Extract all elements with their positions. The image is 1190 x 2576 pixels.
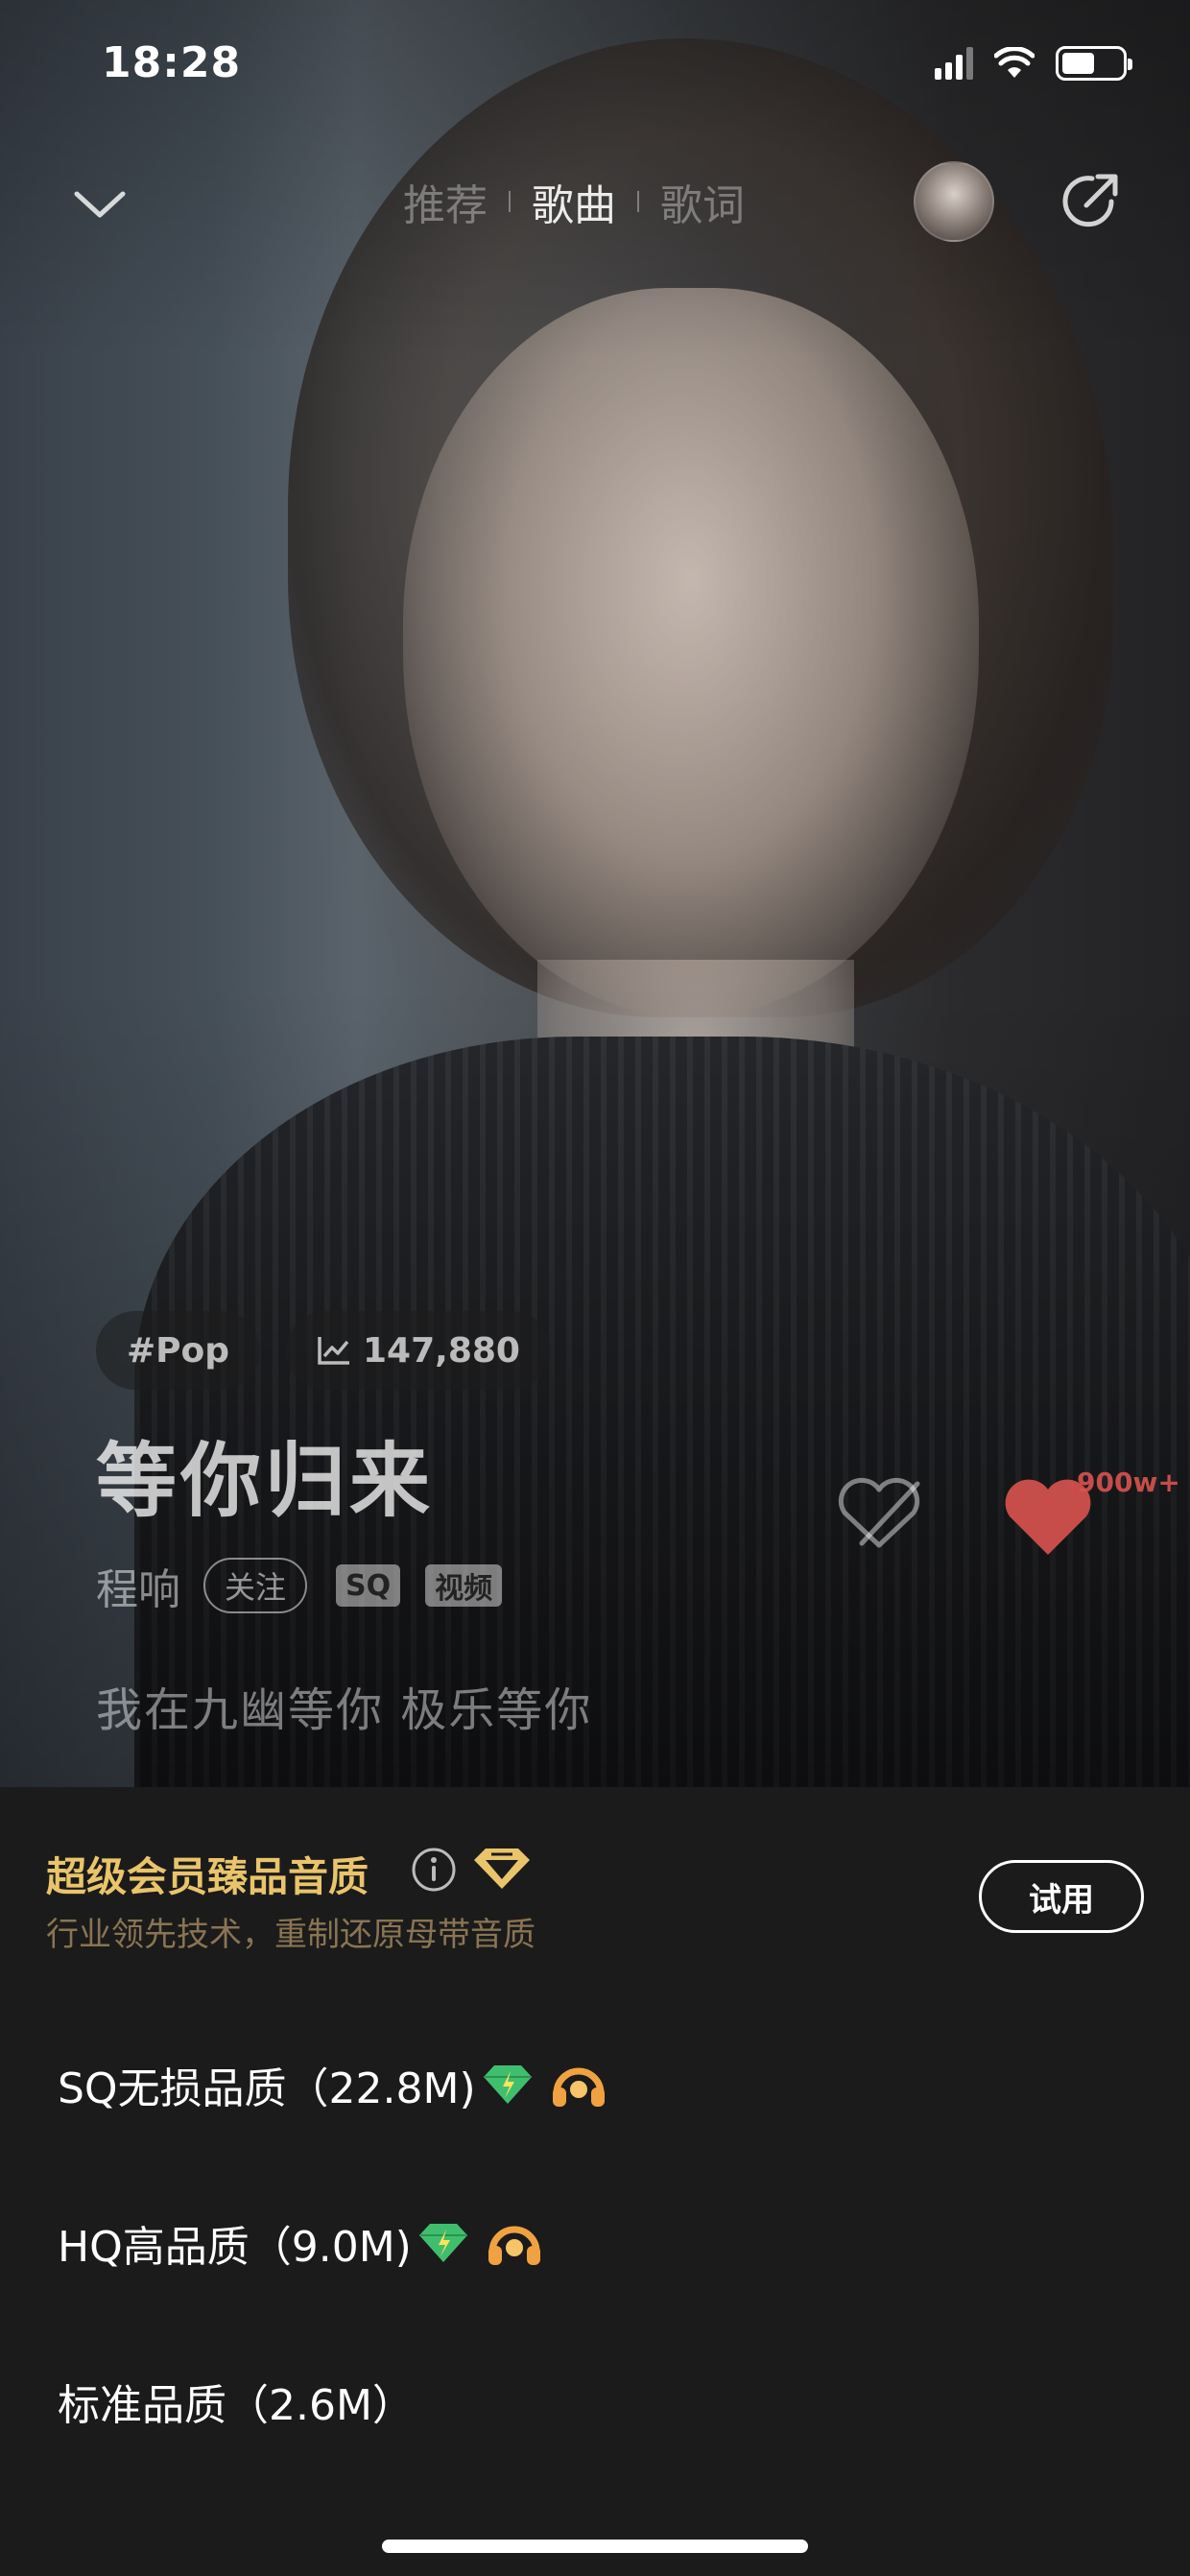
quality-option-standard[interactable]: 标准品质（2.6M）	[58, 2371, 415, 2432]
vip-diamond-icon	[474, 1849, 530, 1889]
play-count-tag[interactable]: 147,880	[286, 1311, 551, 1390]
song-title: 等你归来	[96, 1434, 435, 1528]
status-icons	[935, 46, 1132, 81]
sq-badge: SQ	[336, 1564, 401, 1607]
vip-quality-subtitle: 行业领先技术，重制还原母带音质	[46, 1916, 536, 1954]
genre-tag[interactable]: #Pop	[96, 1311, 261, 1390]
lyric-line[interactable]: 我在九幽等你 极乐等你	[96, 1672, 592, 1739]
dislike-heart-icon[interactable]	[833, 1476, 925, 1553]
top-tabs: 推荐 歌曲 歌词	[403, 171, 745, 232]
headphone-icon	[552, 2067, 605, 2107]
info-icon[interactable]	[411, 1847, 457, 1893]
chevron-down-icon[interactable]	[69, 173, 131, 234]
tab-recommend[interactable]: 推荐	[403, 171, 488, 232]
share-icon[interactable]	[1059, 169, 1123, 232]
follow-button[interactable]: 关注	[203, 1558, 308, 1613]
try-button[interactable]: 试用	[979, 1860, 1144, 1933]
like-count: 900w+	[1077, 1467, 1180, 1498]
cellular-signal-icon	[935, 47, 973, 80]
tab-divider	[637, 191, 639, 212]
tab-song[interactable]: 歌曲	[532, 171, 616, 232]
status-time: 18:28	[102, 38, 242, 87]
genre-tag-label: #Pop	[127, 1330, 230, 1371]
trend-chart-icon	[318, 1337, 349, 1365]
tab-divider	[509, 191, 511, 212]
home-indicator[interactable]	[382, 2540, 808, 2553]
battery-icon	[1056, 46, 1132, 81]
video-badge[interactable]: 视频	[425, 1564, 503, 1607]
quality-option-label: HQ高品质（9.0M)	[58, 2223, 412, 2272]
green-gem-icon	[418, 2224, 467, 2262]
wifi-icon	[994, 47, 1035, 78]
vip-quality-title: 超级会员臻品音质	[46, 1853, 369, 1900]
artist-avatar[interactable]	[914, 161, 994, 242]
artist-row: 程响 关注 SQ 视频	[96, 1555, 503, 1616]
headphone-icon	[488, 2226, 540, 2265]
quality-option-sq[interactable]: SQ无损品质（22.8M)	[58, 2054, 607, 2115]
artist-name[interactable]: 程响	[96, 1555, 180, 1616]
tab-lyrics[interactable]: 歌词	[660, 171, 745, 232]
quality-option-label: SQ无损品质（22.8M)	[58, 2064, 476, 2113]
quality-option-hq[interactable]: HQ高品质（9.0M)	[58, 2212, 542, 2274]
play-count: 147,880	[363, 1330, 520, 1371]
quality-option-label: 标准品质（2.6M）	[58, 2381, 415, 2430]
green-gem-icon	[483, 2065, 532, 2104]
